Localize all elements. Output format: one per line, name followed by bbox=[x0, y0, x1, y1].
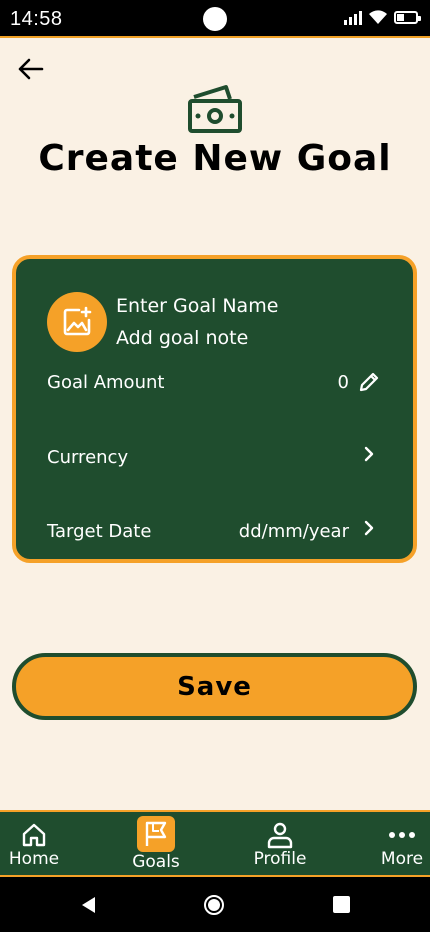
person-icon bbox=[267, 822, 293, 849]
bottom-nav: Home Goals Profile More bbox=[0, 810, 430, 877]
chevron-right-icon[interactable] bbox=[361, 518, 377, 538]
status-bar: 14:58 bbox=[0, 0, 430, 38]
status-icons bbox=[344, 9, 421, 25]
nav-item-goals[interactable]: Goals bbox=[128, 812, 184, 877]
chevron-right-icon[interactable] bbox=[361, 444, 377, 464]
battery-icon bbox=[394, 10, 421, 24]
arrow-left-icon bbox=[18, 58, 44, 80]
system-nav-bar bbox=[0, 877, 430, 932]
flag-icon bbox=[145, 821, 167, 846]
goal-card: Enter Goal Name Add goal note Goal Amoun… bbox=[12, 255, 417, 563]
nav-label-home: Home bbox=[8, 849, 60, 869]
target-date-label: Target Date bbox=[47, 521, 152, 542]
back-button[interactable] bbox=[14, 54, 46, 84]
goal-amount-label: Goal Amount bbox=[47, 372, 165, 393]
goal-name-input[interactable]: Enter Goal Name bbox=[116, 295, 278, 317]
wifi-icon bbox=[369, 10, 387, 24]
target-date-value[interactable]: dd/mm/year bbox=[239, 521, 349, 542]
home-icon bbox=[22, 823, 46, 847]
add-image-button[interactable] bbox=[47, 292, 107, 352]
system-recents-icon[interactable] bbox=[333, 896, 350, 913]
system-home-icon[interactable] bbox=[203, 894, 225, 916]
goal-note-input[interactable]: Add goal note bbox=[116, 327, 248, 349]
system-back-icon[interactable] bbox=[79, 895, 97, 915]
money-icon bbox=[188, 85, 242, 133]
status-time: 14:58 bbox=[10, 8, 63, 30]
signal-icon bbox=[344, 9, 362, 25]
page-title: Create New Goal bbox=[38, 138, 392, 179]
nav-label-goals: Goals bbox=[132, 852, 180, 872]
nav-item-more[interactable]: More bbox=[376, 812, 428, 877]
add-image-icon bbox=[63, 306, 92, 336]
pencil-icon[interactable] bbox=[357, 370, 381, 394]
goal-amount-value[interactable]: 0 bbox=[338, 372, 349, 393]
camera-cutout bbox=[203, 7, 227, 31]
save-button[interactable]: Save bbox=[12, 653, 417, 720]
nav-item-home[interactable]: Home bbox=[6, 812, 62, 877]
nav-label-more: More bbox=[380, 849, 424, 869]
currency-label[interactable]: Currency bbox=[47, 447, 128, 468]
dots-icon bbox=[389, 832, 415, 838]
nav-label-profile: Profile bbox=[253, 849, 307, 869]
nav-item-profile[interactable]: Profile bbox=[248, 812, 312, 877]
